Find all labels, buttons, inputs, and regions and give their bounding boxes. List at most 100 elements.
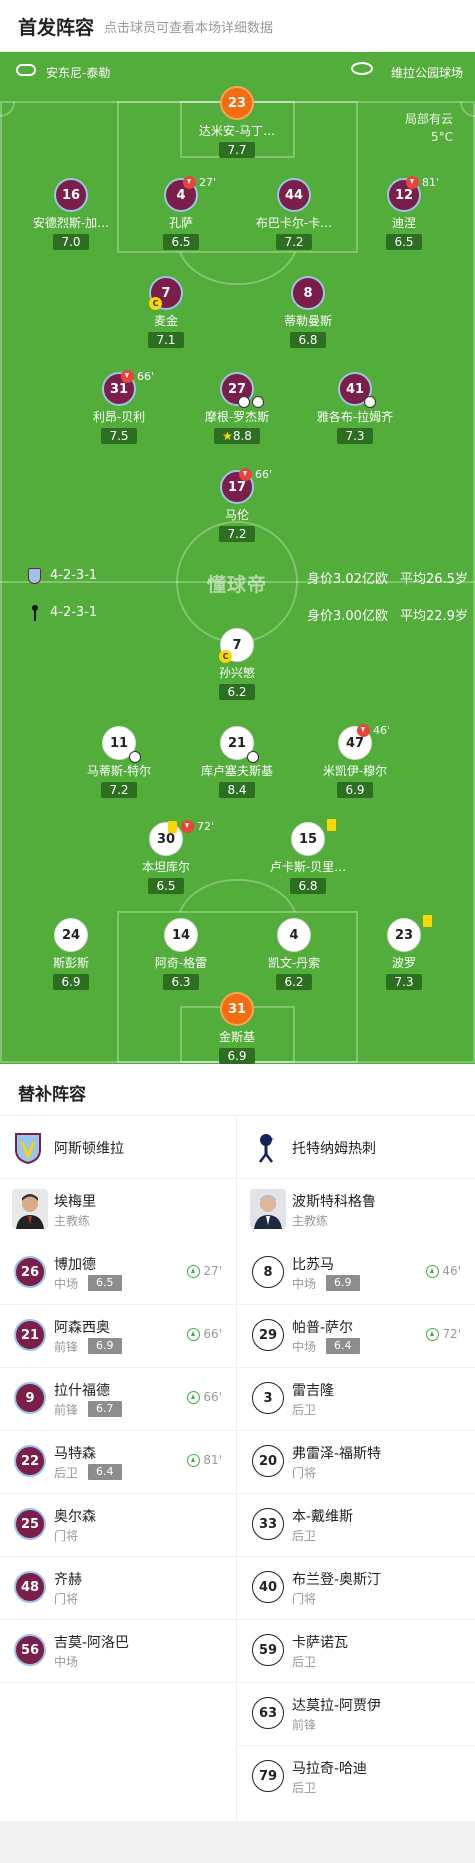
sub-off-time: 66' (255, 468, 273, 481)
sub-row[interactable]: 48 齐赫 门将 (0, 1557, 236, 1620)
player-home-gk[interactable]: 23 达米安-马丁… 7.7 (177, 86, 297, 158)
sub-row[interactable]: 56 吉莫-阿洛巴 中场 (0, 1620, 236, 1683)
away-team-summary: 4-2-3-1 身价3.00亿欧 平均22.9岁 (0, 603, 475, 625)
sub-name: 达莫拉-阿贾伊 (292, 1698, 382, 1714)
sub-rating: 6.7 (88, 1401, 122, 1417)
temperature: 5°C (430, 130, 453, 144)
sub-rating: 6.4 (88, 1464, 122, 1480)
player-rating: 7.2 (219, 526, 255, 542)
sub-row[interactable]: 22 马特森 后卫 6.4 81' (0, 1431, 236, 1494)
player-name: 库卢塞夫斯基 (200, 764, 273, 778)
player-home-lw[interactable]: 31 66' 利昂-贝利 7.5 (59, 370, 179, 444)
sub-number: 40 (252, 1571, 284, 1603)
stadium-icon (351, 62, 373, 75)
sub-number: 22 (14, 1445, 46, 1477)
player-name: 孔萨 (168, 216, 193, 230)
away-coach[interactable]: 波斯特科格鲁 主教练 (238, 1179, 475, 1242)
captain-icon: C (149, 297, 162, 310)
player-name: 波罗 (391, 956, 416, 970)
sub-row[interactable]: 9 拉什福德 前锋 6.7 66' (0, 1368, 236, 1431)
sub-row[interactable]: 8 比苏马 中场 6.9 46' (238, 1242, 475, 1305)
away-team-header[interactable]: 托特纳姆热刺 (238, 1116, 475, 1179)
player-home-st[interactable]: 17 66' 马伦 7.2 (177, 468, 297, 542)
player-away-lw[interactable]: 11 马蒂斯-特尔 7.2 (59, 726, 179, 798)
sub-row[interactable]: 79 马拉奇-哈迪 后卫 (238, 1746, 475, 1809)
player-home-cb2[interactable]: 44 布巴卡尔-卡… 7.2 (234, 178, 354, 250)
player-away-lb[interactable]: 24 斯彭斯 6.9 (11, 918, 131, 990)
sub-row[interactable]: 20 弗雷泽-福斯特 门将 (238, 1431, 475, 1494)
player-home-lb[interactable]: 16 安德烈斯-加… 7.0 (11, 178, 131, 250)
goal-ball-icon (129, 751, 141, 763)
player-away-rb[interactable]: 23 波罗 7.3 (344, 915, 464, 990)
player-home-am[interactable]: 27 摩根-罗杰斯 ★8.8 (177, 372, 297, 444)
player-name: 马蒂斯-特尔 (86, 764, 152, 778)
player-away-dm2[interactable]: 15 卢卡斯-贝里… 6.8 (248, 819, 368, 894)
sub-row[interactable]: 26 博加德 中场 6.5 27' (0, 1242, 236, 1305)
subs-title: 替补阵容 (0, 1064, 475, 1116)
sub-off-event: 46' (357, 724, 390, 737)
sub-row[interactable]: 3 雷吉隆 后卫 (238, 1368, 475, 1431)
player-away-cb1[interactable]: 14 阿奇-格雷 6.3 (121, 918, 241, 990)
sub-position: 前锋 (292, 1718, 317, 1732)
player-away-am[interactable]: 21 库卢塞夫斯基 8.4 (177, 726, 297, 798)
sub-row[interactable]: 25 奥尔森 门将 (0, 1494, 236, 1557)
sub-on-event: 66' (187, 1327, 222, 1341)
sub-row[interactable]: 63 达莫拉-阿贾伊 前锋 (238, 1683, 475, 1746)
sub-number: 33 (252, 1508, 284, 1540)
sub-name: 本-戴维斯 (292, 1509, 354, 1525)
player-rating: 6.8 (290, 878, 326, 894)
tottenham-badge-icon (30, 605, 40, 621)
sub-rating: 6.9 (326, 1275, 360, 1291)
player-number: 7C (219, 628, 254, 663)
sub-off-icon (239, 468, 252, 481)
player-home-rb[interactable]: 12 81' 迪涅 6.5 (344, 176, 464, 250)
player-number: 14 (164, 918, 198, 952)
player-name: 安德烈斯-加… (32, 216, 110, 230)
sub-row[interactable]: 33 本-戴维斯 后卫 (238, 1494, 475, 1557)
player-rating: 7.5 (101, 428, 137, 444)
sub-row[interactable]: 40 布兰登-奥斯汀 门将 (238, 1557, 475, 1620)
coach-name: 波斯特科格鲁 (292, 1194, 376, 1210)
yellow-card-icon (423, 915, 432, 927)
sub-row[interactable]: 21 阿森西奥 前锋 6.9 66' (0, 1305, 236, 1368)
whistle-icon (16, 64, 36, 76)
player-number: 8 (291, 276, 325, 310)
aston-villa-logo-icon (15, 1133, 41, 1164)
player-number: 4 (277, 918, 311, 952)
sub-off-icon (183, 176, 196, 189)
sub-on-icon (187, 1453, 201, 1467)
away-value: 身价3.00亿欧 (307, 609, 388, 624)
sub-off-event: 66' (121, 370, 154, 383)
substitutes-section: 替补阵容 阿斯顿维拉 埃梅里 主教练 26 博加德 中场 6.5 27' 21 (0, 1064, 475, 1821)
sub-number: 20 (252, 1445, 284, 1477)
sub-name: 布兰登-奥斯汀 (292, 1572, 382, 1588)
player-home-cb1[interactable]: 4 27' 孔萨 6.5 (121, 176, 241, 250)
player-away-cb2[interactable]: 4 凯文-丹索 6.2 (234, 918, 354, 990)
player-number: 23 (220, 86, 254, 120)
home-team-header[interactable]: 阿斯顿维拉 (0, 1116, 236, 1179)
goal-ball-icon (364, 396, 376, 408)
sub-rating: 6.9 (88, 1338, 122, 1354)
player-rating: 6.5 (386, 234, 422, 250)
sub-row[interactable]: 59 卡萨诺瓦 后卫 (238, 1620, 475, 1683)
player-rating: 7.2 (276, 234, 312, 250)
player-home-dm2[interactable]: 8 蒂勒曼斯 6.8 (248, 276, 368, 348)
sub-on-event: 27' (187, 1264, 222, 1278)
player-home-dm1[interactable]: 7C 麦金 7.1 (106, 276, 226, 348)
player-home-rw[interactable]: 41 雅各布-拉姆齐 7.3 (295, 372, 415, 444)
lineup-page: { "header": { "title": "首发阵容", "hint": "… (0, 0, 475, 1863)
player-away-dm1[interactable]: 30 72' 本坦库尔 6.5 (106, 820, 226, 894)
sub-off-time: 66' (137, 370, 155, 383)
player-number: 31 (220, 992, 254, 1026)
player-number-text: 41 (345, 381, 365, 397)
player-away-rw[interactable]: 47 46' 米凯伊-穆尔 6.9 (295, 724, 415, 798)
sub-number: 8 (252, 1256, 284, 1288)
player-away-st[interactable]: 7C 孙兴慜 6.2 (177, 628, 297, 700)
sub-number: 29 (252, 1319, 284, 1351)
sub-row[interactable]: 29 帕普-萨尔 中场 6.4 72' (238, 1305, 475, 1368)
sub-name: 齐赫 (54, 1572, 82, 1588)
sub-on-time: 81' (203, 1453, 222, 1467)
home-coach[interactable]: 埃梅里 主教练 (0, 1179, 236, 1242)
player-away-gk[interactable]: 31 金斯基 6.9 (177, 992, 297, 1064)
coach-role: 主教练 (54, 1214, 91, 1228)
